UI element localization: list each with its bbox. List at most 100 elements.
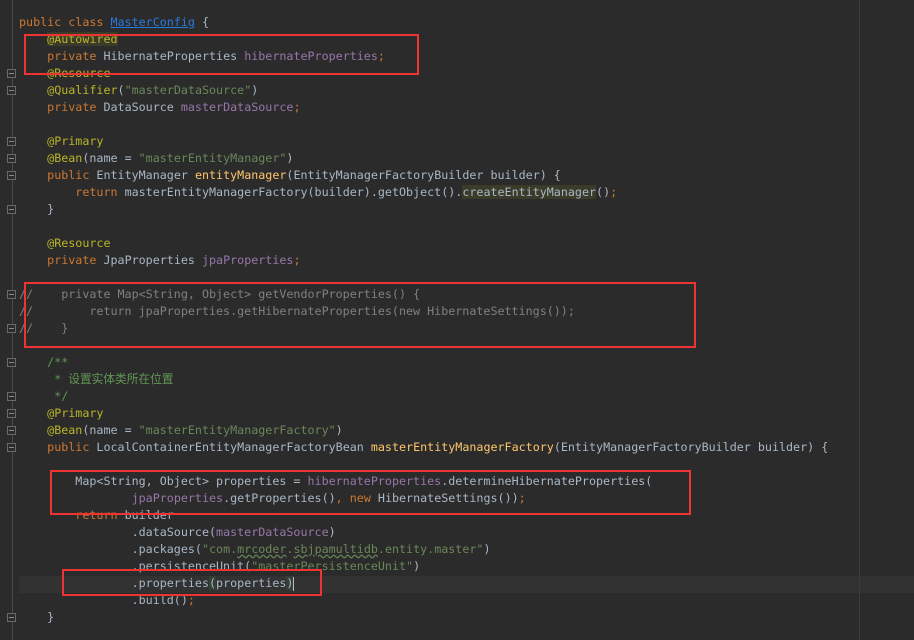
code-token: } bbox=[19, 202, 55, 216]
fold-marker-icon[interactable] bbox=[7, 137, 16, 146]
code-token: MasterConfig bbox=[110, 15, 195, 29]
code-token: @Resource bbox=[47, 236, 111, 250]
code-token: ) bbox=[251, 83, 259, 97]
code-token: @Primary bbox=[47, 134, 104, 148]
code-line[interactable]: private DataSource masterDataSource; bbox=[19, 99, 828, 116]
code-line[interactable]: } bbox=[19, 201, 828, 218]
code-token: .packages( bbox=[19, 542, 202, 556]
code-token: */ bbox=[54, 389, 69, 403]
code-token: ; bbox=[293, 100, 301, 114]
fold-marker-icon[interactable] bbox=[7, 358, 16, 367]
code-token: ) bbox=[328, 525, 336, 539]
code-line[interactable] bbox=[19, 116, 828, 133]
code-token: private bbox=[47, 100, 104, 114]
code-token: .entity.master" bbox=[377, 542, 484, 556]
code-line[interactable]: @Primary bbox=[19, 133, 828, 150]
code-token: public class bbox=[19, 15, 111, 29]
editor-gutter bbox=[0, 0, 19, 640]
code-token: EntityManager bbox=[96, 168, 195, 182]
code-token: "masterEntityManager" bbox=[138, 151, 287, 165]
code-token: ; bbox=[610, 185, 618, 199]
code-token: public bbox=[47, 440, 97, 454]
code-token: sbjpamultidb bbox=[293, 542, 378, 556]
code-token: masterEntityManagerFactory(builder).getO… bbox=[124, 185, 463, 199]
code-token: "com. bbox=[201, 542, 238, 556]
code-token: .dataSource( bbox=[19, 525, 217, 539]
code-token: (name = bbox=[82, 423, 139, 437]
code-token: ) bbox=[483, 542, 491, 556]
code-line[interactable]: @Qualifier("masterDataSource") bbox=[19, 82, 828, 99]
code-token: masterEntityManagerFactory bbox=[370, 440, 554, 454]
code-line[interactable]: public class MasterConfig { bbox=[19, 14, 828, 31]
fold-marker-icon[interactable] bbox=[7, 171, 16, 180]
code-token: masterDataSource bbox=[180, 100, 294, 114]
fold-marker-icon[interactable] bbox=[7, 86, 16, 95]
code-line[interactable]: } bbox=[19, 609, 828, 626]
code-line[interactable]: private JpaProperties jpaProperties; bbox=[19, 252, 828, 269]
code-token: "masterEntityManagerFactory" bbox=[138, 423, 336, 437]
code-line[interactable]: return masterEntityManagerFactory(builde… bbox=[19, 184, 828, 201]
code-token: ) bbox=[335, 423, 343, 437]
fold-marker-icon[interactable] bbox=[7, 324, 16, 333]
code-token: @Bean bbox=[47, 151, 83, 165]
code-token: * 设置实体类所在位置 bbox=[54, 372, 174, 386]
code-line[interactable]: @Bean(name = "masterEntityManager") bbox=[19, 150, 828, 167]
code-token: (EntityManagerFactoryBuilder builder) { bbox=[553, 440, 829, 454]
fold-marker-icon[interactable] bbox=[7, 443, 16, 452]
code-token: "masterDataSource" bbox=[124, 83, 252, 97]
annotation-box-properties-map bbox=[50, 470, 691, 515]
code-token: mrcoder bbox=[237, 542, 287, 556]
code-token: () bbox=[596, 185, 611, 199]
fold-marker-icon[interactable] bbox=[7, 613, 16, 622]
fold-marker-icon[interactable] bbox=[7, 392, 16, 401]
fold-marker-icon[interactable] bbox=[7, 290, 16, 299]
code-line[interactable] bbox=[19, 218, 828, 235]
code-line[interactable]: /** bbox=[19, 354, 828, 371]
code-token: (name = bbox=[82, 151, 139, 165]
code-line[interactable]: @Resource bbox=[19, 235, 828, 252]
fold-marker-icon[interactable] bbox=[7, 154, 16, 163]
fold-marker-icon[interactable] bbox=[7, 69, 16, 78]
code-token: entityManager bbox=[194, 168, 287, 182]
code-token: return bbox=[75, 185, 125, 199]
gutter-divider bbox=[12, 0, 13, 640]
code-line[interactable]: * 设置实体类所在位置 bbox=[19, 371, 828, 388]
right-margin-guide bbox=[859, 0, 860, 640]
code-line[interactable]: @Bean(name = "masterEntityManagerFactory… bbox=[19, 422, 828, 439]
code-line[interactable]: public EntityManager entityManager(Entit… bbox=[19, 167, 828, 184]
code-line[interactable]: */ bbox=[19, 388, 828, 405]
code-line[interactable]: .packages("com.mrcoder.sbjpamultidb.enti… bbox=[19, 541, 828, 558]
code-token: @Qualifier bbox=[47, 83, 118, 97]
code-line[interactable]: .dataSource(masterDataSource) bbox=[19, 524, 828, 541]
annotation-box-vendor-properties bbox=[24, 282, 696, 348]
code-token: DataSource bbox=[103, 100, 181, 114]
code-token: } bbox=[19, 610, 55, 624]
code-token: (EntityManagerFactoryBuilder builder) { bbox=[286, 168, 561, 182]
code-token: ) bbox=[413, 559, 421, 573]
code-token: ; bbox=[293, 253, 301, 267]
code-token: ( bbox=[117, 83, 125, 97]
fold-marker-icon[interactable] bbox=[7, 205, 16, 214]
code-line[interactable]: @Primary bbox=[19, 405, 828, 422]
code-token: public bbox=[47, 168, 97, 182]
code-token: JpaProperties bbox=[103, 253, 202, 267]
code-token: createEntityManager bbox=[462, 185, 597, 199]
code-token: masterDataSource bbox=[216, 525, 329, 539]
code-line[interactable]: public LocalContainerEntityManagerFactor… bbox=[19, 439, 828, 456]
code-token: @Bean bbox=[47, 423, 83, 437]
fold-marker-icon[interactable] bbox=[7, 426, 16, 435]
fold-marker-icon[interactable] bbox=[7, 409, 16, 418]
code-token: private bbox=[47, 253, 104, 267]
